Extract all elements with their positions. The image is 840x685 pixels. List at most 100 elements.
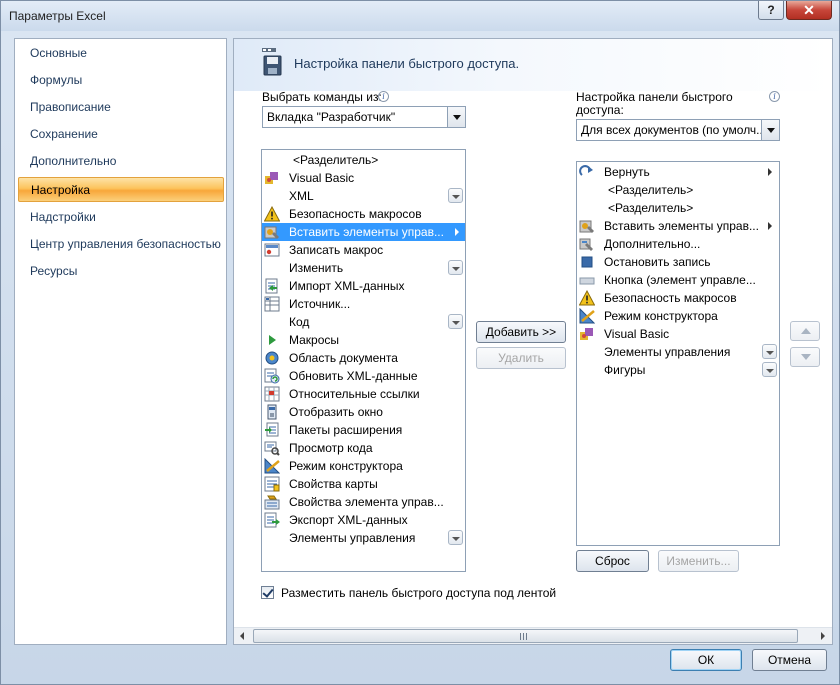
horizontal-scrollbar[interactable] xyxy=(234,627,832,644)
expand-dropdown-icon[interactable] xyxy=(762,362,777,377)
expand-dropdown-icon[interactable] xyxy=(448,188,463,203)
list-item[interactable]: Записать макрос xyxy=(262,241,465,259)
list-item[interactable]: <Разделитель> xyxy=(262,151,465,169)
list-item[interactable]: Область документа xyxy=(262,349,465,367)
add-button[interactable]: Добавить >> xyxy=(476,321,566,343)
expand-dropdown-icon[interactable] xyxy=(448,260,463,275)
list-item-label: <Разделитель> xyxy=(293,153,379,167)
move-down-button[interactable] xyxy=(790,347,820,367)
list-item[interactable]: Источник... xyxy=(262,295,465,313)
chevron-down-icon[interactable] xyxy=(447,107,465,127)
info-icon[interactable]: i xyxy=(769,91,780,102)
list-item[interactable]: Экспорт XML-данных xyxy=(262,511,465,529)
expand-dropdown-icon[interactable] xyxy=(448,314,463,329)
customize-toolbar-dropdown[interactable]: Для всех документов (по умолч... xyxy=(576,119,780,141)
excel-options-dialog: Параметры Excel ? ✕ Основные Формулы Право… xyxy=(0,0,840,685)
list-item-label: <Разделитель> xyxy=(608,201,694,215)
list-item[interactable]: Visual Basic xyxy=(577,325,779,343)
list-item[interactable]: Отобразить окно xyxy=(262,403,465,421)
list-item[interactable]: Импорт XML-данных xyxy=(262,277,465,295)
info-icon[interactable]: i xyxy=(378,91,389,102)
list-item[interactable]: Режим конструктора xyxy=(577,307,779,325)
document-panel-icon xyxy=(264,350,280,366)
list-item-label: Свойства элемента управ... xyxy=(289,495,444,509)
page-title: Настройка панели быстрого доступа. xyxy=(294,56,520,71)
list-item[interactable]: Код xyxy=(262,313,465,331)
view-code-icon xyxy=(264,440,280,456)
cancel-button[interactable]: Отмена xyxy=(752,649,827,671)
design-mode-icon xyxy=(579,307,596,324)
list-item[interactable]: Режим конструктора xyxy=(262,457,465,475)
list-item[interactable]: Visual Basic xyxy=(262,169,465,187)
chevron-down-icon[interactable] xyxy=(761,120,779,140)
close-button[interactable]: ✕ xyxy=(786,1,832,20)
sidebar: Основные Формулы Правописание Сохранение Доп… xyxy=(14,38,227,645)
chevron-right-icon xyxy=(455,228,459,236)
sidebar-item[interactable]: Центр управления безопасностью xyxy=(18,232,224,257)
header-banner: Настройка панели быстрого доступа. xyxy=(234,39,832,91)
list-item[interactable]: Фигуры xyxy=(577,361,779,379)
toolbar-listbox[interactable]: Вернуть <Разделитель> <Разделитель> Вставит… xyxy=(576,161,780,546)
expand-dropdown-icon[interactable] xyxy=(762,344,777,359)
list-item[interactable]: Просмотр кода xyxy=(262,439,465,457)
list-item[interactable]: Обновить XML-данные xyxy=(262,367,465,385)
ok-button-label: ОК xyxy=(697,653,715,667)
remove-button[interactable]: Удалить xyxy=(476,347,566,369)
sidebar-item[interactable]: Ресурсы xyxy=(18,259,224,284)
list-item[interactable]: Вставить элементы управ... xyxy=(577,217,779,235)
sidebar-item[interactable]: Основные xyxy=(18,41,224,66)
reset-button[interactable]: Сброс xyxy=(576,550,649,572)
scrollbar-thumb[interactable] xyxy=(253,629,798,643)
modify-button[interactable]: Изменить... xyxy=(658,550,739,572)
list-item[interactable]: Свойства элемента управ... xyxy=(262,493,465,511)
list-item[interactable]: Пакеты расширения xyxy=(262,421,465,439)
choose-commands-dropdown[interactable]: Вкладка "Разработчик" xyxy=(262,106,466,128)
sidebar-item[interactable]: Сохранение xyxy=(18,122,224,147)
scroll-right-icon[interactable] xyxy=(814,628,831,644)
list-item-label: Источник... xyxy=(289,297,351,311)
list-item[interactable]: Вставить элементы управ... xyxy=(262,223,465,241)
list-item[interactable]: Изменить xyxy=(262,259,465,277)
help-button[interactable]: ? xyxy=(758,1,784,20)
sidebar-item[interactable]: Надстройки xyxy=(18,205,224,230)
grip-icon xyxy=(520,633,527,640)
list-item[interactable]: Вернуть xyxy=(577,163,779,181)
list-item[interactable]: Дополнительно... xyxy=(577,235,779,253)
list-item[interactable]: Свойства карты xyxy=(262,475,465,493)
move-up-button[interactable] xyxy=(790,321,820,341)
list-item-label: Относительные ссылки xyxy=(289,387,420,401)
expand-dropdown-icon[interactable] xyxy=(448,530,463,545)
ok-button[interactable]: ОК xyxy=(670,649,742,671)
list-item[interactable]: <Разделитель> xyxy=(577,199,779,217)
arrow-down-icon xyxy=(801,354,811,360)
list-item[interactable]: Относительные ссылки xyxy=(262,385,465,403)
below-ribbon-label[interactable]: Разместить панель быстрого доступа под л… xyxy=(281,586,556,600)
list-item[interactable]: Элементы управления xyxy=(577,343,779,361)
chevron-right-icon xyxy=(768,168,772,176)
list-item[interactable]: Безопасность макросов xyxy=(262,205,465,223)
below-ribbon-checkbox[interactable] xyxy=(261,586,274,599)
list-item-label: Фигуры xyxy=(604,363,646,377)
design-mode-icon xyxy=(264,457,281,474)
list-item[interactable]: Макросы xyxy=(262,331,465,349)
remove-button-label: Удалить xyxy=(498,351,544,365)
sidebar-item[interactable]: Правописание xyxy=(18,95,224,120)
list-item[interactable]: <Разделитель> xyxy=(577,181,779,199)
warning-icon xyxy=(578,289,596,306)
list-item-label: Вставить элементы управ... xyxy=(604,219,759,233)
sidebar-item[interactable]: Дополнительно xyxy=(18,149,224,174)
list-item[interactable]: Безопасность макросов xyxy=(577,289,779,307)
list-item[interactable]: Элементы управления xyxy=(262,529,465,547)
sidebar-item[interactable]: Формулы xyxy=(18,68,224,93)
chevron-right-icon xyxy=(768,222,772,230)
sidebar-item[interactable]: Настройка xyxy=(18,177,224,202)
list-item[interactable]: Кнопка (элемент управле... xyxy=(577,271,779,289)
list-item-label: Кнопка (элемент управле... xyxy=(604,273,756,287)
scroll-left-icon[interactable] xyxy=(234,628,251,644)
button-control-icon xyxy=(579,272,595,288)
list-item[interactable]: XML xyxy=(262,187,465,205)
commands-listbox[interactable]: <Разделитель> Visual Basic XML Безопасность… xyxy=(261,149,466,572)
title-bar: Параметры Excel ? ✕ xyxy=(1,1,839,31)
insert-controls-icon xyxy=(264,224,280,240)
list-item[interactable]: Остановить запись xyxy=(577,253,779,271)
